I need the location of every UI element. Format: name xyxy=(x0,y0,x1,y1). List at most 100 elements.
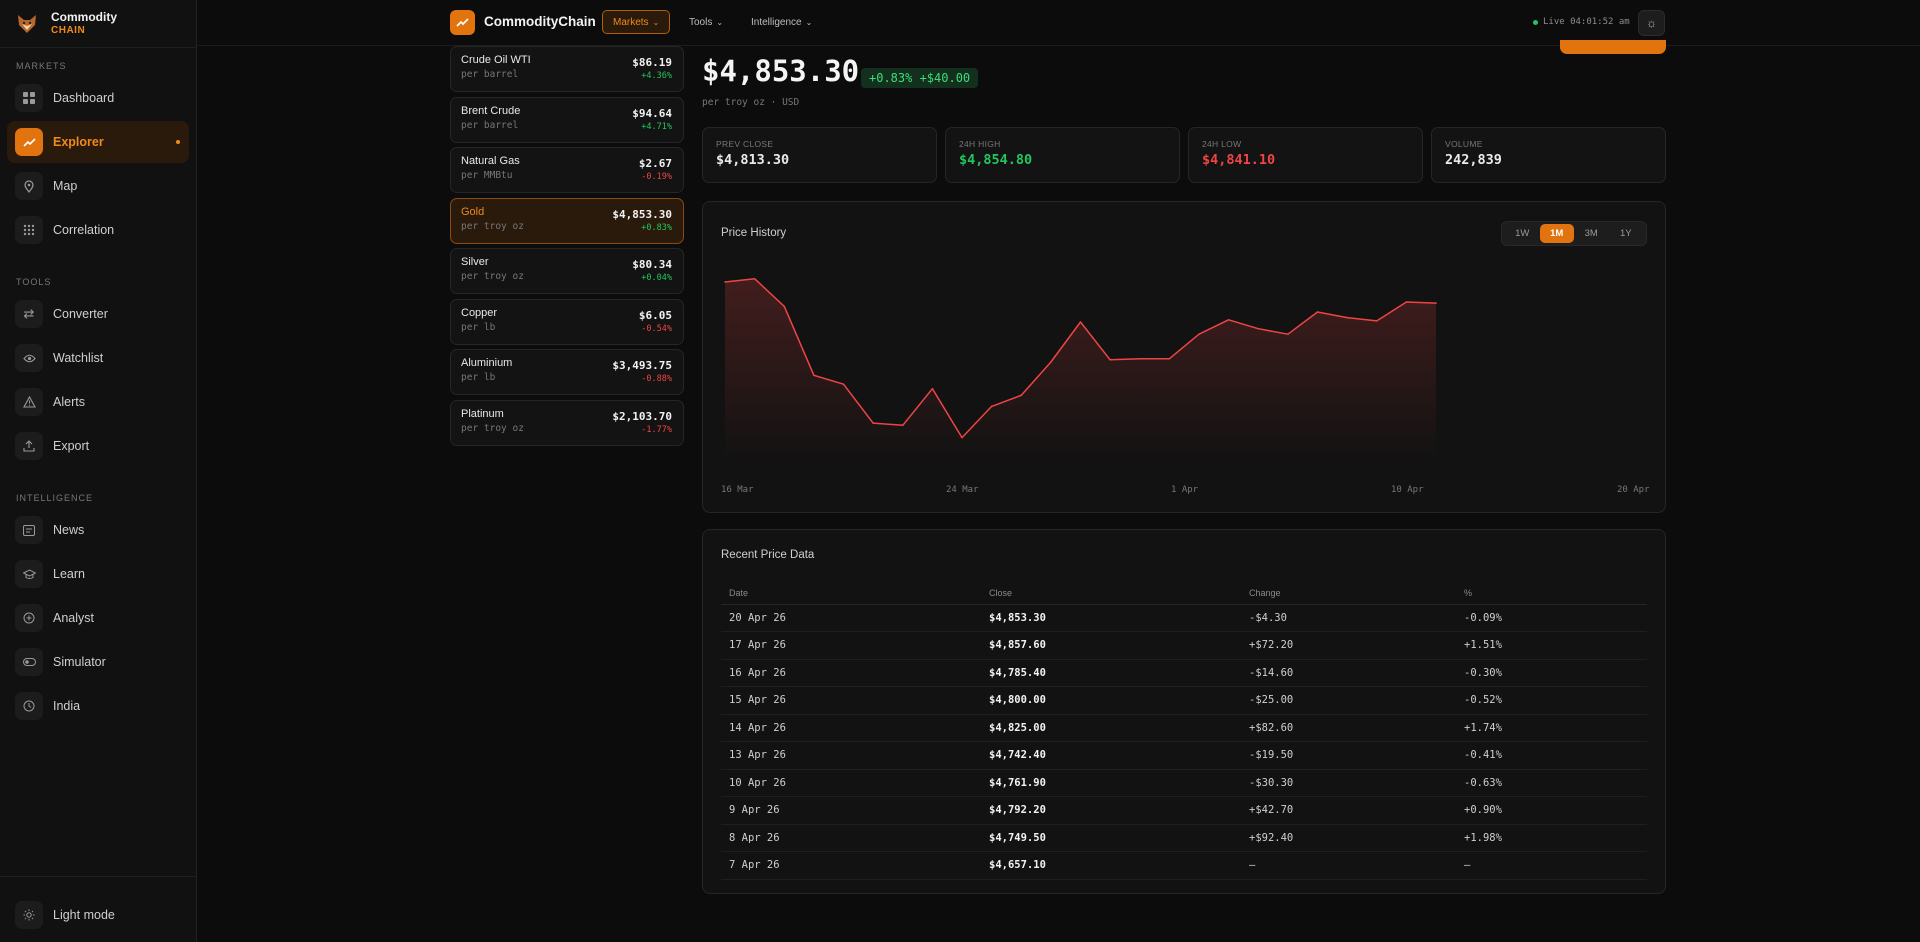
chart-point xyxy=(1050,361,1052,363)
sidebar-item-label: Converter xyxy=(53,307,108,321)
price-history-panel: Price History 1W 1M 3M 1Y 16 Mar 24 Mar … xyxy=(702,201,1666,513)
active-indicator-dot xyxy=(176,140,180,144)
brand[interactable]: Commodity CHAIN xyxy=(0,0,196,48)
action-button[interactable] xyxy=(1560,40,1666,54)
commodity-item-copper[interactable]: Copper per lb $6.05 -0.54% xyxy=(450,298,684,345)
table-row: 10 Apr 26 $4,761.90 -$30.30 -0.63% xyxy=(721,769,1647,797)
chevron-down-icon: ⌄ xyxy=(805,17,813,27)
table-row: 9 Apr 26 $4,792.20 +$42.70 +0.90% xyxy=(721,796,1647,825)
live-status-dot xyxy=(1533,19,1538,25)
row-percent: +0.90% xyxy=(1456,796,1647,825)
recent-price-table: Date Close Change % 20 Apr 26 $4,853.30 -$… xyxy=(721,582,1647,880)
row-percent: -0.41% xyxy=(1456,741,1647,770)
row-change: +$42.70 xyxy=(1241,796,1456,825)
sidebar-item-simulator[interactable]: Simulator xyxy=(7,641,189,683)
menu-markets[interactable]: Markets ⌄ xyxy=(602,10,671,34)
app-logo-icon[interactable] xyxy=(450,10,475,35)
light-mode-label: Light mode xyxy=(53,908,115,922)
table-row: 8 Apr 26 $4,749.50 +$92.40 +1.98% xyxy=(721,824,1647,852)
brand-sub: CHAIN xyxy=(51,24,86,36)
sun-icon xyxy=(15,901,43,929)
stat-label: 24H LOW xyxy=(1202,139,1242,149)
commodity-change: -0.19% xyxy=(641,172,672,182)
chart-point xyxy=(1138,357,1141,360)
column-header-change: Change xyxy=(1241,582,1456,605)
sidebar-item-watchlist[interactable]: Watchlist xyxy=(7,337,189,379)
stat-prev-close: PREV CLOSE $4,813.30 xyxy=(702,127,937,183)
chart-point xyxy=(1168,357,1171,360)
sidebar-item-label: Watchlist xyxy=(53,351,104,365)
row-date: 7 Apr 26 xyxy=(721,851,981,880)
sidebar-item-correlation[interactable]: Correlation xyxy=(7,209,189,251)
section-label-intelligence: INTELLIGENCE xyxy=(16,493,94,503)
row-percent: — xyxy=(1456,851,1647,880)
row-date: 8 Apr 26 xyxy=(721,824,981,852)
commodity-price: $86.19 xyxy=(632,56,672,69)
nav-markets: Dashboard Explorer Map Correlation xyxy=(0,77,196,251)
row-close: $4,761.90 xyxy=(981,769,1241,797)
sidebar-item-label: News xyxy=(53,523,85,537)
theme-toggle-button[interactable]: ☼ xyxy=(1638,10,1665,36)
stat-24h-low: 24H LOW $4,841.10 xyxy=(1188,127,1423,183)
commodity-price: $6.05 xyxy=(638,308,672,322)
price-unit: per troy oz · USD xyxy=(702,97,800,108)
sidebar-item-learn[interactable]: Learn xyxy=(7,553,189,595)
graduation-cap-icon xyxy=(15,560,43,588)
row-change: -$4.30 xyxy=(1241,604,1456,632)
sidebar-item-news[interactable]: News xyxy=(7,509,189,551)
commodity-item-brent-crude[interactable]: Brent Crude per barrel $94.64 +4.71% xyxy=(450,96,684,143)
sidebar-item-label: India xyxy=(53,699,81,713)
sidebar-item-map[interactable]: Map xyxy=(7,165,189,207)
sidebar-item-analyst[interactable]: Analyst xyxy=(7,597,189,639)
swap-icon: ⇄ xyxy=(15,300,43,328)
plus-circle-icon xyxy=(15,604,43,632)
sidebar-item-export[interactable]: Export xyxy=(7,425,189,467)
row-close: $4,785.40 xyxy=(981,659,1241,687)
table-row: 15 Apr 26 $4,800.00 -$25.00 -0.52% xyxy=(721,686,1647,715)
row-percent: -0.63% xyxy=(1456,769,1647,797)
row-percent: -0.09% xyxy=(1456,604,1647,632)
menu-tools[interactable]: Tools ⌄ xyxy=(679,10,733,34)
map-pin-icon xyxy=(15,172,43,200)
commodity-change: -0.88% xyxy=(641,374,672,384)
commodity-item-natural-gas[interactable]: Natural Gas per MMBtu $2.67 -0.19% xyxy=(450,147,684,193)
chart-point xyxy=(724,281,726,283)
commodity-change: +4.36% xyxy=(641,71,672,81)
row-date: 10 Apr 26 xyxy=(721,769,981,797)
commodity-item-silver[interactable]: Silver per troy oz $80.34 +0.04% xyxy=(450,248,684,294)
commodity-change: -0.54% xyxy=(641,323,672,334)
sidebar-item-india[interactable]: India xyxy=(7,685,189,727)
sun-icon: ☼ xyxy=(1646,16,1657,30)
row-date: 20 Apr 26 xyxy=(721,604,981,632)
chart-point xyxy=(1227,318,1230,321)
sidebar-item-alerts[interactable]: Alerts xyxy=(7,381,189,423)
sidebar-item-explorer[interactable]: Explorer xyxy=(7,121,189,163)
commodity-list: Crude Oil WTI per barrel $86.19 +4.36% B… xyxy=(450,46,684,450)
row-close: $4,742.40 xyxy=(981,741,1241,770)
stat-value: $4,854.80 xyxy=(959,152,1033,168)
commodity-item-platinum[interactable]: Platinum per troy oz $2,103.70 -1.77% xyxy=(450,399,684,446)
table-body: 20 Apr 26 $4,853.30 -$4.30 -0.09% 17 Apr 26 $… xyxy=(721,604,1647,880)
row-close: $4,657.10 xyxy=(981,851,1241,880)
row-close: $4,857.60 xyxy=(981,631,1241,660)
light-mode-toggle[interactable]: Light mode xyxy=(7,894,190,936)
row-close: $4,853.30 xyxy=(981,604,1241,632)
commodity-change: +4.71% xyxy=(641,121,672,132)
column-header-percent: % xyxy=(1456,582,1647,605)
commodity-item-aluminium[interactable]: Aluminium per lb $3,493.75 -0.88% xyxy=(450,349,684,395)
commodity-item-gold[interactable]: Gold per troy oz $4,853.30 +0.83% xyxy=(450,197,684,244)
chart-point xyxy=(1346,316,1348,319)
row-change: +$92.40 xyxy=(1241,824,1456,852)
app-name[interactable]: CommodityChain xyxy=(484,14,596,29)
warning-icon xyxy=(15,388,43,416)
eye-icon xyxy=(15,344,43,372)
row-change: — xyxy=(1241,851,1456,880)
recent-price-panel: Recent Price Data Date Close Change % 20… xyxy=(702,529,1666,894)
commodity-item-crude-oil-wti[interactable]: Crude Oil WTI per barrel $86.19 +4.36% xyxy=(450,46,684,92)
sidebar-item-converter[interactable]: ⇄ Converter xyxy=(7,293,189,335)
table-row: 16 Apr 26 $4,785.40 -$14.60 -0.30% xyxy=(721,659,1647,687)
sidebar-item-dashboard[interactable]: Dashboard xyxy=(7,77,189,119)
menu-intelligence[interactable]: Intelligence ⌄ xyxy=(741,10,822,34)
row-date: 16 Apr 26 xyxy=(721,659,981,687)
live-clock: Live 04:01:52 am xyxy=(1533,17,1630,27)
